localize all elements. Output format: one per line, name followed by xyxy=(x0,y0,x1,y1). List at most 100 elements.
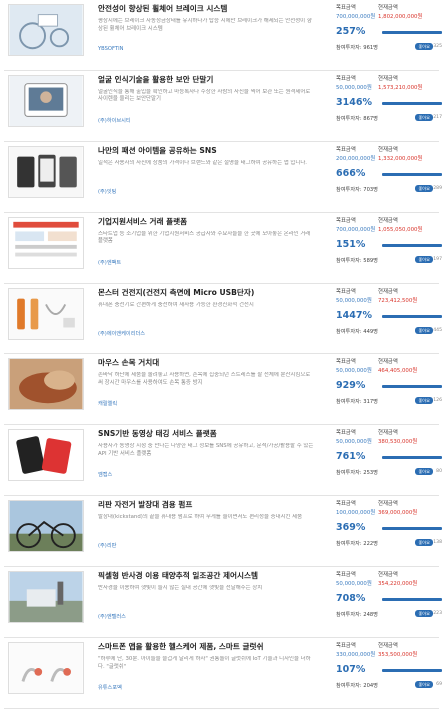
bicycle-image[interactable] xyxy=(8,500,84,553)
item-title[interactable]: 리판 자전거 발장대 겸용 펌프 xyxy=(98,499,314,510)
item-description: 사용자가 동영상 시청 중 만나는 다양한 태그 정보를 SNS에 공유하고, … xyxy=(98,443,314,457)
company-name[interactable]: (주)리판 xyxy=(98,542,116,549)
like-count: 325 xyxy=(433,44,442,49)
current-amount: 354,220,000원 xyxy=(378,581,418,588)
investor-count: 참여투자자: 867명 xyxy=(336,115,378,122)
item-description: 손바닥 하단에 제품을 올려놓고 사용하면, 손목에 집중되던 스트레스를 팔 … xyxy=(98,372,311,387)
funding-stats: 목표금액 현재금액 330,000,000원 353,500,000원 107% xyxy=(336,641,442,680)
company-name[interactable]: 유튜스포벡 xyxy=(98,684,122,691)
list-item[interactable]: 스마트폰 앱을 활용한 헬스케어 제품, 스마트 글럿쉬 "하루에 단, 30분… xyxy=(4,638,442,709)
like-count: 80 xyxy=(436,469,442,475)
list-item[interactable]: 기업지원서비스 거래 플랫폼 스타트업 등 소기업을 위한 기업지원서비스 공급… xyxy=(4,213,442,284)
funding-stats: 목표금액 현재금액 50,000,000원 380,530,000원 761% xyxy=(336,428,442,467)
investor-count: 참여투자자: 317명 xyxy=(336,399,378,406)
item-title[interactable]: 몬스터 건전지(건전지 측면에 Micro USB단자) xyxy=(98,287,314,298)
funding-stats: 목표금액 현재금액 50,000,000원 464,405,000원 929% xyxy=(336,357,442,396)
list-item[interactable]: 몬스터 건전지(건전지 측면에 Micro USB단자) 휴대폰 충전기로 간편… xyxy=(4,284,442,355)
company-name[interactable]: 캐릴엘릭 xyxy=(98,400,117,407)
item-title[interactable]: 얼굴 인식기술을 활용한 보안 단말기 xyxy=(98,74,314,85)
company-name[interactable]: (주)하이브시티 xyxy=(98,117,131,124)
like-button[interactable]: 좋아요 xyxy=(415,397,433,405)
like-button[interactable]: 좋아요 xyxy=(415,43,433,50)
item-description: 발장대(kickstand)의 끝을 휴대용 펌프로 하여 무게를 줄이면서도 … xyxy=(98,514,303,521)
funding-percent: 3146% xyxy=(336,96,372,108)
company-name[interactable]: (주)에이앤케이리더스 xyxy=(98,330,145,337)
current-amount: 1,332,000,000원 xyxy=(378,155,423,162)
goal-label: 목표금액 xyxy=(336,643,356,650)
like-button[interactable]: 좋아요 xyxy=(415,184,433,192)
current-amount: 464,405,000원 xyxy=(378,368,418,375)
list-item[interactable]: 안전성이 향상된 휠체어 브레이크 시스템 평상시에는 브레이크 자동정금상태를… xyxy=(4,0,442,71)
current-amount: 380,530,000원 xyxy=(378,439,418,446)
like-count: 445 xyxy=(433,327,442,333)
company-name[interactable]: (주)엔팩트 xyxy=(98,259,121,266)
funding-percent: 761% xyxy=(336,451,366,463)
like-button[interactable]: 좋아요 xyxy=(415,255,433,263)
item-title[interactable]: SNS기반 동영상 태깅 서비스 플랫폼 xyxy=(98,428,314,439)
item-description: 일적은 사용자의 사진에 상품의 가격이나 브랜드와 같은 설명을 태그하여 공… xyxy=(98,159,308,166)
funding-percent: 929% xyxy=(336,380,366,392)
like-button[interactable]: 좋아요 xyxy=(415,610,433,618)
progress-bar xyxy=(382,243,442,247)
battery-image[interactable] xyxy=(8,287,84,340)
list-item[interactable]: 리판 자전거 발장대 겸용 펌프 발장대(kickstand)의 끝을 휴대용 … xyxy=(4,496,442,568)
current-amount: 369,000,000원 xyxy=(378,510,418,517)
investor-count: 참여투자자: 248명 xyxy=(336,612,378,619)
item-info: 얼굴 인식기술을 활용한 보안 단말기 얼굴인식을 통해 출입을 확인하고 마등… xyxy=(98,74,314,105)
item-title[interactable]: 스마트폰 앱을 활용한 헬스케어 제품, 스마트 글럿쉬 xyxy=(98,641,314,652)
item-title[interactable]: 나만의 패션 아이템을 공유하는 SNS xyxy=(98,145,314,156)
like-button[interactable]: 좋아요 xyxy=(415,468,433,476)
wrist-rest-image[interactable] xyxy=(8,358,84,411)
funding-percent: 666% xyxy=(336,167,366,179)
item-info: 안전성이 향상된 휠체어 브레이크 시스템 평상시에는 브레이크 자동정금상태를… xyxy=(98,3,314,34)
investor-count: 참여투자자: 589명 xyxy=(336,257,378,264)
company-name[interactable]: YBSOFTIN xyxy=(98,46,123,52)
item-title[interactable]: 안전성이 향상된 휠체어 브레이크 시스템 xyxy=(98,3,314,14)
like-button[interactable]: 좋아요 xyxy=(415,539,433,547)
investor-count: 참여투자자: 703명 xyxy=(336,186,378,193)
company-name[interactable]: (주)잇팅 xyxy=(98,188,116,195)
face-device-image[interactable] xyxy=(8,74,84,127)
item-title[interactable]: 기업지원서비스 거래 플랫폼 xyxy=(98,216,314,227)
wheelchair-image[interactable] xyxy=(8,4,84,56)
current-label: 현재금액 xyxy=(378,643,398,650)
like-button[interactable]: 좋아요 xyxy=(415,113,433,121)
company-name[interactable]: 엠캡스 xyxy=(98,471,112,478)
goal-amount: 100,000,000원 xyxy=(336,510,376,517)
goal-label: 목표금액 xyxy=(336,288,356,295)
item-info: 몬스터 건전지(건전지 측면에 Micro USB단자) 휴대폰 충전기로 간편… xyxy=(98,287,314,318)
investor-count: 참여투자자: 253명 xyxy=(336,470,378,477)
goal-amount: 50,000,000원 xyxy=(336,368,372,375)
list-item[interactable]: 픽셀형 반사경 이용 태양추적 일조공간 제어시스템 반사경을 이용하여 햇빛이… xyxy=(4,567,442,639)
list-item[interactable]: 나만의 패션 아이템을 공유하는 SNS 일적은 사용자의 사진에 상품의 가격… xyxy=(4,142,442,213)
like-count: 138 xyxy=(433,540,442,546)
video-app-image[interactable] xyxy=(8,429,84,482)
progress-bar xyxy=(382,31,442,34)
progress-bar xyxy=(382,527,442,531)
goal-label: 목표금액 xyxy=(336,146,356,153)
item-description: 휴대폰 충전기로 간편하게 충전하여 재사용 가능한 환경친화적 건전지 xyxy=(98,301,254,308)
item-title[interactable]: 픽셀형 반사경 이용 태양추적 일조공간 제어시스템 xyxy=(98,570,314,581)
funding-stats: 목표금액 현재금액 50,000,000원 723,412,500원 1447% xyxy=(336,287,442,326)
company-name[interactable]: (주)엔텔러스 xyxy=(98,613,126,620)
funding-percent: 369% xyxy=(336,522,366,534)
website-image[interactable] xyxy=(8,216,84,269)
current-label: 현재금액 xyxy=(378,572,398,579)
investor-count: 참여투자자: 449명 xyxy=(336,328,378,335)
item-info: 기업지원서비스 거래 플랫폼 스타트업 등 소기업을 위한 기업지원서비스 공급… xyxy=(98,216,314,247)
goal-amount: 50,000,000원 xyxy=(336,439,372,446)
progress-bar xyxy=(382,598,442,602)
list-item[interactable]: 얼굴 인식기술을 활용한 보안 단말기 얼굴인식을 통해 출입을 확인하고 마등… xyxy=(4,71,442,142)
reflector-image[interactable] xyxy=(8,571,84,624)
item-description: 얼굴인식을 통해 출입을 확인하고 마등록자나 수상한 사람의 사진을 찍어 보… xyxy=(98,88,311,103)
list-item[interactable]: 마우스 손목 거치대 손바닥 하단에 제품을 올려놓고 사용하면, 손목에 집중… xyxy=(4,354,442,426)
item-title[interactable]: 마우스 손목 거치대 xyxy=(98,357,314,368)
item-info: 나만의 패션 아이템을 공유하는 SNS 일적은 사용자의 사진에 상품의 가격… xyxy=(98,145,314,176)
list-item[interactable]: SNS기반 동영상 태깅 서비스 플랫폼 사용자가 동영상 시청 중 만나는 다… xyxy=(4,425,442,497)
healthcare-device-image[interactable] xyxy=(8,642,84,695)
like-button[interactable]: 좋아요 xyxy=(415,681,433,689)
phone-app-image[interactable] xyxy=(8,145,84,198)
like-button[interactable]: 좋아요 xyxy=(415,326,433,334)
current-amount: 1,573,210,000원 xyxy=(378,84,423,91)
progress-bar xyxy=(382,385,442,389)
